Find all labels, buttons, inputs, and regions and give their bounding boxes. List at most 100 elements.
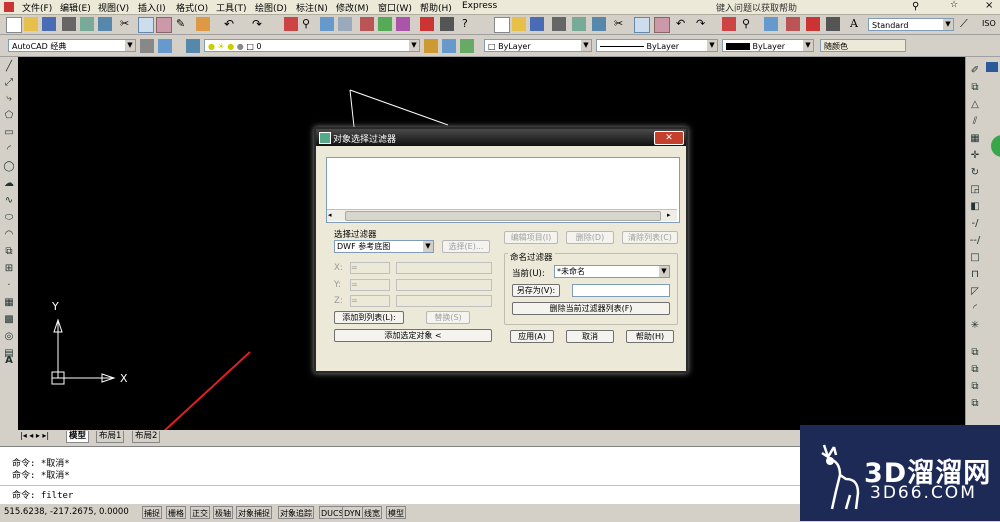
draworder-icon[interactable]: ⧉ [969,347,981,359]
pan2-icon[interactable] [722,17,736,31]
polar-toggle[interactable]: 极轴 [213,506,233,519]
text-style-icon[interactable]: A [850,17,864,31]
menu-draw[interactable]: 绘图(D) [255,1,287,14]
chamfer-icon[interactable]: ◸ [969,286,981,298]
mtext-icon[interactable]: A [3,355,15,367]
circle-icon[interactable]: ◯ [3,161,15,173]
menu-tools[interactable]: 工具(T) [216,1,247,14]
x-operator-select[interactable]: = [350,262,390,274]
menu-format[interactable]: 格式(O) [176,1,208,14]
array-icon[interactable]: ▦ [969,133,981,145]
copy-icon[interactable] [138,17,154,33]
plotstyle-select[interactable]: 随颜色 [820,39,906,52]
osnap-toggle[interactable]: 对象捕捉 [236,506,272,519]
color-select[interactable]: □ ByLayer ▼ [484,39,592,52]
workspace-save-icon[interactable] [158,39,172,53]
calculator2-icon[interactable] [826,17,840,31]
save-icon[interactable] [42,17,56,31]
draworder2-icon[interactable]: ⧉ [969,364,981,376]
toolpalette-icon[interactable] [396,17,410,31]
publish-icon[interactable] [98,17,112,31]
menu-window[interactable]: 窗口(W) [378,1,412,14]
redo2-icon[interactable]: ↷ [696,17,710,31]
snap-toggle[interactable]: 捕捉 [142,506,162,519]
paste2-icon[interactable] [654,17,670,33]
copy2-icon[interactable] [634,17,650,33]
z-operator-select[interactable]: = [350,295,390,307]
add-selected-object-button[interactable]: 添加选定对象 < [334,329,492,342]
pan-icon[interactable] [284,17,298,31]
draworder3-icon[interactable]: ⧉ [969,381,981,393]
insert-block-icon[interactable]: ⧉ [3,246,15,258]
add-to-list-button[interactable]: 添加到列表(L): [334,311,404,324]
rectangle-icon[interactable]: ▭ [3,127,15,139]
mirror-icon[interactable]: △ [969,99,981,111]
select-button[interactable]: 选择(E)... [442,240,490,253]
menu-insert[interactable]: 插入(I) [138,1,166,14]
otrack-toggle[interactable]: 对象追踪 [278,506,314,519]
side-badge-icon[interactable] [991,135,1000,157]
gradient-icon[interactable]: ▩ [3,314,15,326]
help-search-box[interactable]: 键入问题以获取帮助 [716,1,797,14]
menu-dimension[interactable]: 标注(N) [296,1,328,14]
coordinates-readout[interactable]: 515.6238, -217.2675, 0.0000 [4,507,129,517]
fillet-icon[interactable]: ◜ [969,303,981,315]
filter-type-select[interactable]: DWF 参考底图 ▼ [334,240,434,253]
undo2-icon[interactable]: ↶ [676,17,690,31]
zoom-realtime-icon[interactable]: ⚲ [302,17,316,31]
zoom-previous-icon[interactable] [338,17,352,31]
make-block-icon[interactable]: ⊞ [3,263,15,275]
command-input[interactable]: 命令: filter [12,488,73,501]
menu-file[interactable]: 文件(F) [22,1,52,14]
cut2-icon[interactable]: ✂ [614,17,628,31]
hatch-icon[interactable]: ▦ [3,297,15,309]
z-value-input[interactable] [396,295,492,307]
draworder4-icon[interactable]: ⧉ [969,398,981,410]
new-icon[interactable] [6,17,22,33]
dialog-titlebar[interactable]: 对象选择过滤器 ✕ [316,129,686,146]
tab-model[interactable]: 模型 [66,431,90,443]
text-style-select[interactable]: Standard ▼ [868,18,954,31]
search-icon[interactable]: ⚲ [912,1,919,12]
tab-nav-arrows[interactable]: |◂ ◂ ▸ ▸| [20,431,49,440]
cut-icon[interactable]: ✂ [120,17,134,31]
ellipse-arc-icon[interactable]: ◠ [3,229,15,241]
menu-modify[interactable]: 修改(M) [336,1,369,14]
filter-list[interactable]: ◂ ▸ [326,157,680,223]
workspace-select[interactable]: AutoCAD 经典 ▼ [8,39,136,52]
preview-icon[interactable] [80,17,94,31]
sheetset-icon[interactable] [420,17,434,31]
break-icon[interactable]: □ [969,252,981,264]
layer-previous-icon[interactable] [442,39,456,53]
cancel-button[interactable]: 取消 [566,330,614,343]
scroll-left-icon[interactable]: ◂ [328,211,332,219]
new2-icon[interactable] [494,17,510,33]
x-value-input[interactable] [396,262,492,274]
extend-icon[interactable]: --/ [969,235,981,247]
trim-icon[interactable]: -/ [969,218,981,230]
dimstyle-icon[interactable]: ⟋ [960,17,974,31]
arc-icon[interactable]: ◜ [3,144,15,156]
revcloud-icon[interactable]: ☁ [3,178,15,190]
properties2-icon[interactable] [786,17,800,31]
current-filter-select[interactable]: *未命名 ▼ [554,265,670,278]
undo-icon[interactable]: ↶ [224,17,238,31]
properties-icon[interactable] [360,17,374,31]
open-icon[interactable] [24,17,38,31]
layer-select[interactable]: ● ☀ ● ● □ 0 ▼ [204,39,420,52]
offset-icon[interactable]: ⫽ [969,116,981,128]
rotate-icon[interactable]: ↻ [969,167,981,179]
print2-icon[interactable] [552,17,566,31]
erase-icon[interactable]: ✐ [969,65,981,77]
spline-icon[interactable]: ∿ [3,195,15,207]
lineweight-select[interactable]: ByLayer ▼ [722,39,814,52]
apply-button[interactable]: 应用(A) [510,330,554,343]
join-icon[interactable]: ⊓ [969,269,981,281]
help-icon[interactable]: ? [462,17,476,31]
save-as-button[interactable]: 另存为(V): [512,284,560,297]
replace-button[interactable]: 替换(S) [426,311,470,324]
calculator-icon[interactable] [440,17,454,31]
clear-list-button[interactable]: 清除列表(C) [622,231,678,244]
y-operator-select[interactable]: = [350,279,390,291]
model-toggle[interactable]: 模型 [386,506,406,519]
